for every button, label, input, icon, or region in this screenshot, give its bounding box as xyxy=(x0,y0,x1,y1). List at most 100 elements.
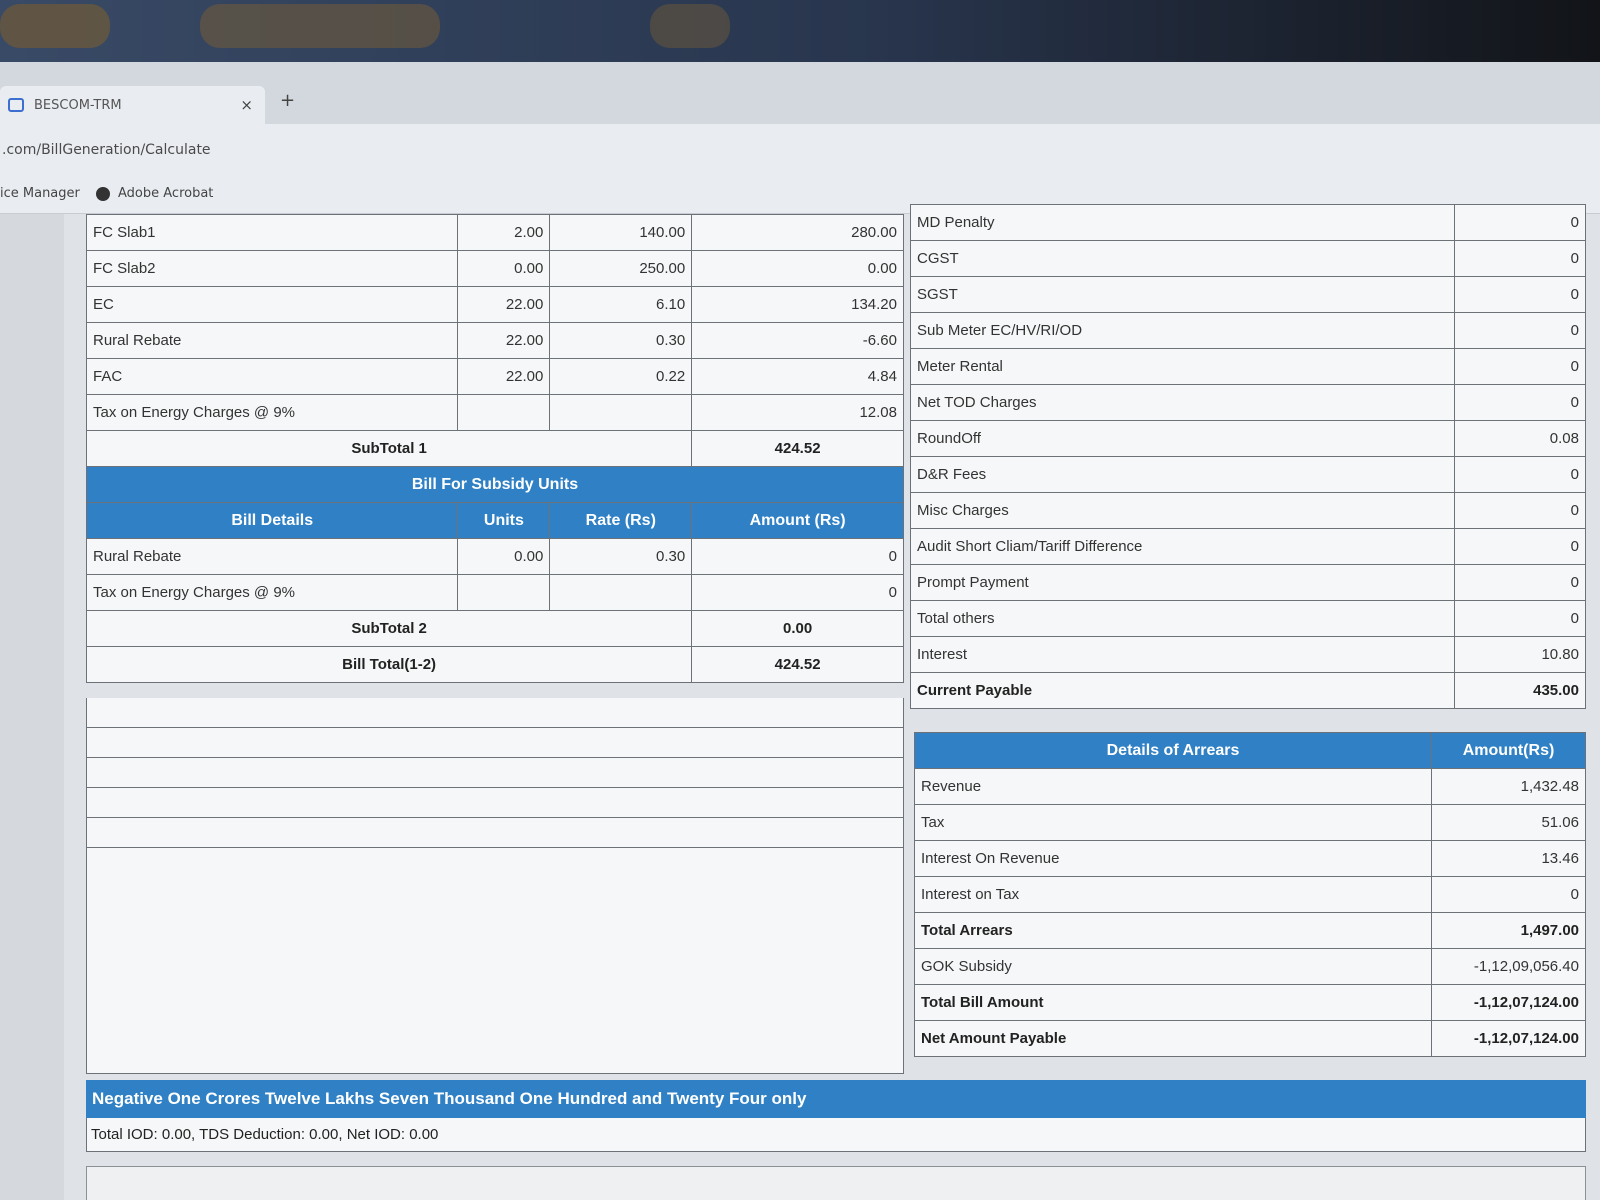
new-tab-button[interactable]: + xyxy=(280,90,295,111)
bill-row: FAC 22.00 0.22 4.84 xyxy=(85,358,904,395)
arrears-row-value: 0 xyxy=(1431,876,1586,913)
bill-row-units xyxy=(457,394,551,431)
arrears-amount-header: Amount(Rs) xyxy=(1431,732,1586,769)
other-charge-label: RoundOff xyxy=(909,420,1456,457)
bill-total-row: Bill Total(1-2) 424.52 xyxy=(85,646,904,683)
tab-close-icon[interactable]: × xyxy=(240,96,253,114)
bill-row-rate xyxy=(549,394,693,431)
other-charge-value: 0 xyxy=(1454,240,1586,277)
total-arrears-row: Total Arrears 1,497.00 xyxy=(913,912,1586,949)
empty-row xyxy=(87,818,903,848)
bill-row-units: 22.00 xyxy=(457,286,551,323)
other-charges-table: MD Penalty 0 CGST 0 SGST 0 Sub Meter EC/HV/RI/… xyxy=(909,204,1586,709)
arrears-table: Details of Arrears Amount(Rs) Revenue 1,4… xyxy=(913,732,1586,1057)
arrears-header-row: Details of Arrears Amount(Rs) xyxy=(913,732,1586,769)
other-charge-row: MD Penalty 0 xyxy=(909,204,1586,241)
net-amount-payable-row: Net Amount Payable -1,12,07,124.00 xyxy=(913,1020,1586,1057)
arrears-row-label: Interest on Tax xyxy=(913,876,1433,913)
arrears-section: Details of Arrears Amount(Rs) Revenue 1,4… xyxy=(913,732,1586,1057)
other-charge-value: 0 xyxy=(1454,564,1586,601)
other-charge-label: Total others xyxy=(909,600,1456,637)
bookmark-label: ice Manager xyxy=(0,186,80,201)
other-charge-label: D&R Fees xyxy=(909,456,1456,493)
other-charge-label: Interest xyxy=(909,636,1456,673)
bill-row: Rural Rebate 22.00 0.30 -6.60 xyxy=(85,322,904,359)
arrears-row: Interest On Revenue 13.46 xyxy=(913,840,1586,877)
subsidy-title-row: Bill For Subsidy Units xyxy=(86,466,904,503)
bottom-panel xyxy=(86,1166,1586,1200)
subsidy-row-rate: 0.30 xyxy=(549,538,693,575)
bill-row: FC Slab1 2.00 140.00 280.00 xyxy=(85,214,904,251)
current-payable-value: 435.00 xyxy=(1454,672,1586,709)
browser-tab-strip: BESCOM-TRM × + xyxy=(0,62,1600,124)
arrears-row-value: 51.06 xyxy=(1431,804,1586,841)
arrears-row-label: Revenue xyxy=(913,768,1433,805)
other-charge-value: 0 xyxy=(1454,276,1586,313)
amount-header: Amount (Rs) xyxy=(691,502,904,539)
page-gutter xyxy=(0,214,64,1200)
other-charge-value: 0 xyxy=(1454,384,1586,421)
subtotal2-label: SubTotal 2 xyxy=(85,610,693,647)
bookmark-label: Adobe Acrobat xyxy=(118,186,214,201)
net-amount-payable-value: -1,12,07,124.00 xyxy=(1431,1020,1586,1057)
bookmark-item[interactable]: Adobe Acrobat xyxy=(96,186,213,201)
subsidy-row-units: 0.00 xyxy=(457,538,551,575)
other-charge-label: Meter Rental xyxy=(909,348,1456,385)
other-charge-value: 0 xyxy=(1454,492,1586,529)
bill-row-amount: 280.00 xyxy=(691,214,904,251)
current-payable-row: Current Payable 435.00 xyxy=(909,672,1586,709)
subsidy-header-row: Bill Details Units Rate (Rs) Amount (Rs) xyxy=(85,502,904,539)
subsidy-row-rate xyxy=(549,574,693,611)
other-charge-label: CGST xyxy=(909,240,1456,277)
total-bill-amount-row: Total Bill Amount -1,12,07,124.00 xyxy=(913,984,1586,1021)
other-charge-value: 0.08 xyxy=(1454,420,1586,457)
subsidy-row-amount: 0 xyxy=(691,538,904,575)
empty-grid-area xyxy=(86,698,904,1074)
other-charge-row: Prompt Payment 0 xyxy=(909,564,1586,601)
bill-row-units: 0.00 xyxy=(457,250,551,287)
bill-total-label: Bill Total(1-2) xyxy=(85,646,693,683)
iod-summary: Total IOD: 0.00, TDS Deduction: 0.00, Ne… xyxy=(86,1118,1586,1152)
other-charge-row: Total others 0 xyxy=(909,600,1586,637)
amount-in-words: Negative One Crores Twelve Lakhs Seven T… xyxy=(86,1080,1586,1118)
bill-details-section: FC Slab1 2.00 140.00 280.00 FC Slab2 0.00 250.… xyxy=(85,214,904,683)
url-text[interactable]: .com/BillGeneration/Calculate xyxy=(2,142,211,158)
bill-row-label: FC Slab2 xyxy=(85,250,459,287)
empty-row xyxy=(87,728,903,758)
bill-row-units: 2.00 xyxy=(457,214,551,251)
arrears-row-value: 1,432.48 xyxy=(1431,768,1586,805)
desktop-background xyxy=(0,0,1600,62)
arrears-row-label: Interest On Revenue xyxy=(913,840,1433,877)
bill-row-amount: 4.84 xyxy=(691,358,904,395)
bill-row-units: 22.00 xyxy=(457,322,551,359)
bill-row-rate: 140.00 xyxy=(549,214,693,251)
subsidy-section-title: Bill For Subsidy Units xyxy=(86,466,904,503)
address-bar[interactable]: .com/BillGeneration/Calculate xyxy=(0,124,1600,176)
other-charge-value: 0 xyxy=(1454,348,1586,385)
other-charge-row: SGST 0 xyxy=(909,276,1586,313)
other-charge-value: 0 xyxy=(1454,528,1586,565)
bill-row: EC 22.00 6.10 134.20 xyxy=(85,286,904,323)
empty-row xyxy=(87,758,903,788)
arrears-header: Details of Arrears xyxy=(913,732,1433,769)
units-header: Units xyxy=(457,502,551,539)
other-charge-value: 0 xyxy=(1454,312,1586,349)
tab-title: BESCOM-TRM xyxy=(34,97,122,113)
desktop-decoration xyxy=(650,4,730,48)
arrears-row: Interest on Tax 0 xyxy=(913,876,1586,913)
bill-row-amount: 12.08 xyxy=(691,394,904,431)
empty-row xyxy=(87,698,903,728)
bill-row-label: Tax on Energy Charges @ 9% xyxy=(85,394,459,431)
other-charge-label: SGST xyxy=(909,276,1456,313)
desktop-decoration xyxy=(0,4,110,48)
arrears-row-value: 13.46 xyxy=(1431,840,1586,877)
bookmark-item[interactable]: ice Manager xyxy=(0,186,80,201)
other-charge-value: 0 xyxy=(1454,204,1586,241)
arrears-row: Revenue 1,432.48 xyxy=(913,768,1586,805)
bill-row-rate: 0.22 xyxy=(549,358,693,395)
browser-tab[interactable]: BESCOM-TRM × xyxy=(0,86,265,124)
bill-row-label: FAC xyxy=(85,358,459,395)
other-charge-label: Sub Meter EC/HV/RI/OD xyxy=(909,312,1456,349)
page-favicon-icon xyxy=(8,98,24,112)
other-charge-row: D&R Fees 0 xyxy=(909,456,1586,493)
